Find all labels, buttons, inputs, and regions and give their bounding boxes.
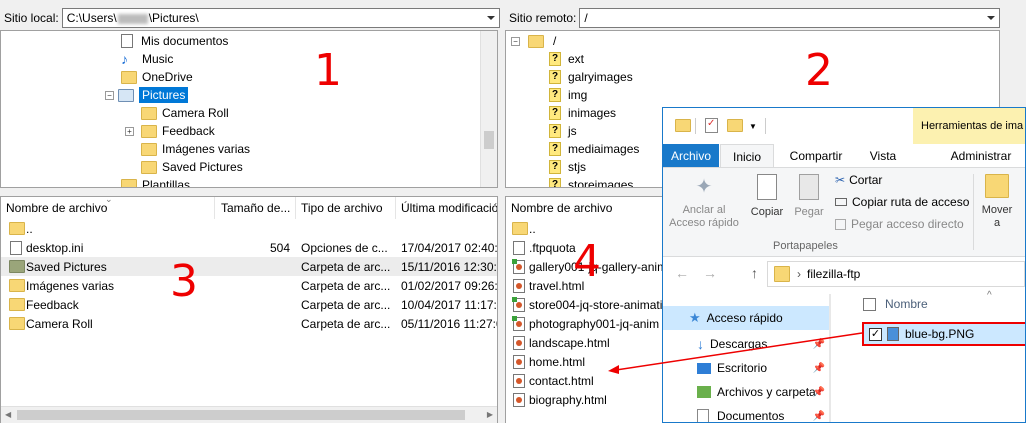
arrow-line [615, 332, 863, 371]
annotation-4: 4 [573, 236, 601, 287]
drag-arrow [608, 332, 863, 374]
arrow-head [608, 365, 619, 374]
annotation-2: 2 [805, 45, 833, 96]
annotation-3: 3 [170, 256, 198, 307]
annotation-1: 1 [314, 45, 342, 96]
